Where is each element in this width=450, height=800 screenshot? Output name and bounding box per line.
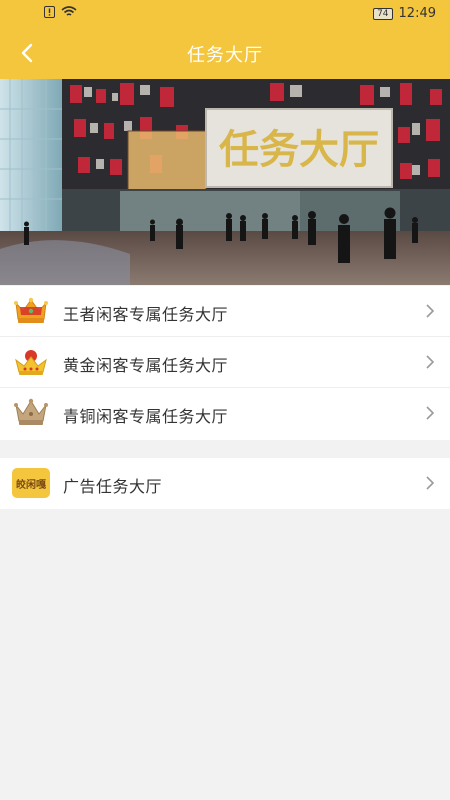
chevron-right-icon bbox=[426, 406, 435, 420]
list-item-label: 黄金闲客专属任务大厅 bbox=[63, 356, 229, 375]
wifi-icon bbox=[61, 6, 77, 16]
list-item-gold-hall[interactable]: 黄金闲客专属任务大厅 bbox=[0, 337, 450, 388]
page-title: 任务大厅 bbox=[187, 45, 263, 66]
ad-logo-text: 皎闲嘎 bbox=[16, 478, 46, 491]
ad-logo-icon: 皎闲嘎 bbox=[12, 468, 50, 498]
banner-image[interactable]: 任务大厅 bbox=[0, 79, 450, 285]
nav-bar: 任务大厅 bbox=[0, 28, 450, 79]
list-item-label: 王者闲客专属任务大厅 bbox=[63, 305, 229, 324]
header-bar: 74 12:49 任务大厅 bbox=[0, 0, 450, 79]
notification-icon bbox=[44, 6, 55, 18]
gold-crown-icon bbox=[15, 350, 47, 375]
list-item-label: 广告任务大厅 bbox=[63, 477, 163, 496]
king-crown-icon bbox=[14, 297, 48, 323]
list-item-bronze-hall[interactable]: 青铜闲客专属任务大厅 bbox=[0, 388, 450, 439]
vip-hall-list: 王者闲客专属任务大厅 黄金闲客专属任务大厅 青铜闲客专属任务大厅 bbox=[0, 286, 450, 440]
list-item-ad-hall[interactable]: 皎闲嘎 广告任务大厅 bbox=[0, 458, 450, 509]
banner-sign-text: 任务大厅 bbox=[219, 127, 379, 173]
status-left bbox=[44, 6, 77, 18]
banner-illustration: 任务大厅 bbox=[0, 79, 450, 285]
status-bar: 74 12:49 bbox=[0, 0, 450, 28]
chevron-right-icon bbox=[426, 355, 435, 369]
ad-hall-list: 皎闲嘎 广告任务大厅 bbox=[0, 458, 450, 509]
list-item-label: 青铜闲客专属任务大厅 bbox=[63, 407, 229, 426]
chevron-right-icon bbox=[426, 304, 435, 318]
battery-indicator: 74 bbox=[373, 7, 393, 20]
chevron-right-icon bbox=[426, 476, 435, 490]
status-right: 74 12:49 bbox=[373, 6, 436, 21]
bronze-crown-icon bbox=[14, 398, 48, 425]
list-item-king-hall[interactable]: 王者闲客专属任务大厅 bbox=[0, 286, 450, 337]
status-time: 12:49 bbox=[398, 6, 436, 21]
